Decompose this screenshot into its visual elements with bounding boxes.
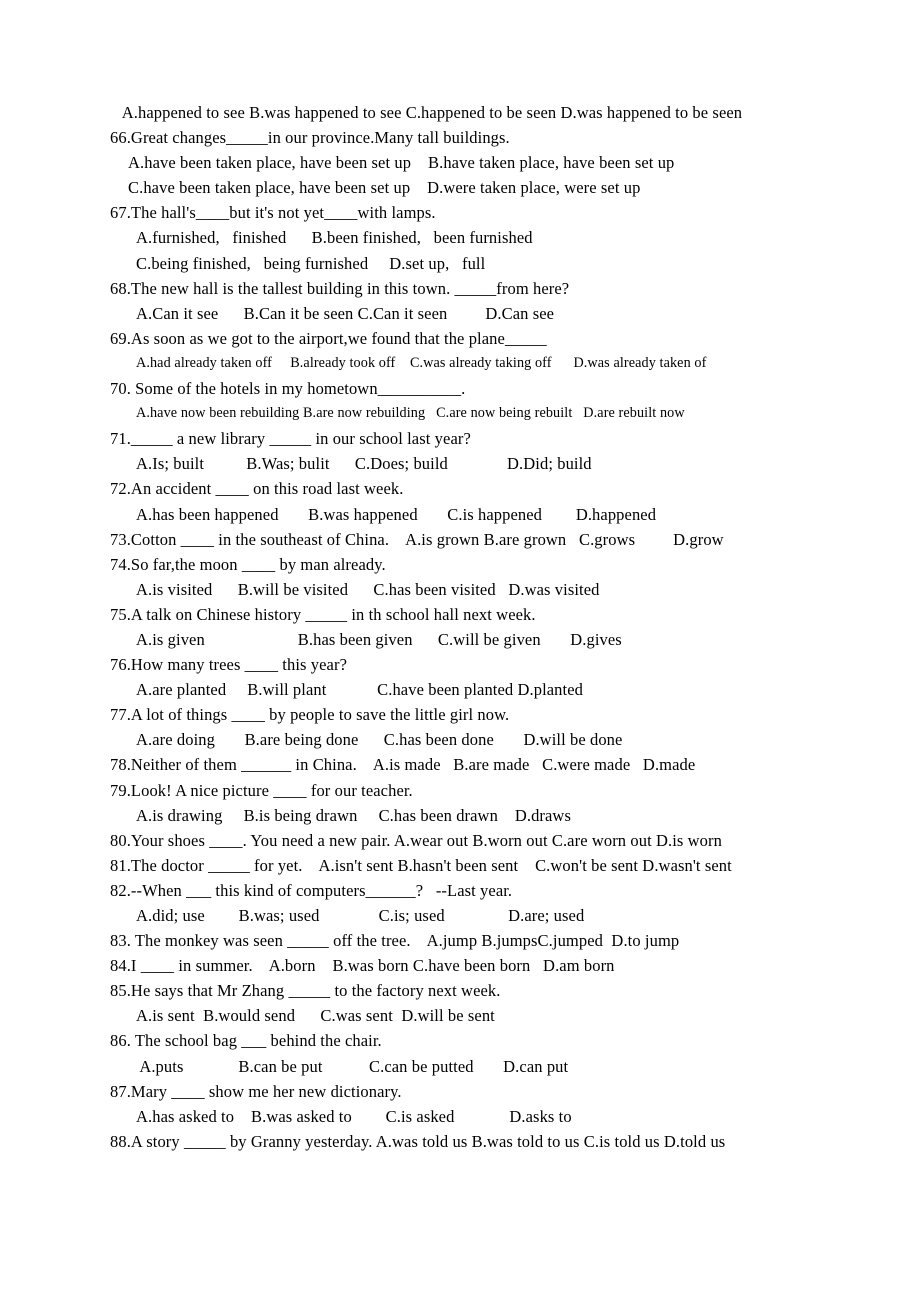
document-line: 77.A lot of things ____ by people to sav… — [110, 705, 510, 725]
document-line: 71._____ a new library _____ in our scho… — [110, 429, 471, 449]
document-line: A.did; use B.was; used C.is; used D.are;… — [136, 906, 585, 925]
document-line: 84.I ____ in summer. A.born B.was born C… — [110, 956, 615, 976]
document-line: 66.Great changes_____in our province.Man… — [110, 128, 510, 148]
document-line: 70. Some of the hotels in my hometown___… — [110, 379, 466, 399]
document-line: 86. The school bag ___ behind the chair. — [110, 1031, 382, 1051]
document-line: 67.The hall's____but it's not yet____wit… — [110, 203, 436, 223]
document-line: A.had already taken off B.already took o… — [136, 354, 707, 371]
document-page: A.happened to see B.was happened to see … — [0, 0, 920, 1300]
document-line: 69.As soon as we got to the airport,we f… — [110, 328, 547, 348]
document-line: A.is visited B.will be visited C.has bee… — [136, 579, 600, 599]
document-line: 74.So far,the moon ____ by man already. — [110, 554, 386, 574]
document-line: 80.Your shoes ____. You need a new pair.… — [110, 830, 722, 850]
document-line: 82.--When ___ this kind of computers____… — [110, 880, 513, 900]
document-line: A.puts B.can be put C.can be putted D.ca… — [136, 1056, 569, 1076]
document-line: 78.Neither of them ______ in China. A.is… — [110, 755, 696, 775]
document-line: 72.An accident ____ on this road last we… — [110, 479, 404, 499]
document-line: A.happened to see B.was happened to see … — [110, 103, 743, 122]
document-line: C.have been taken place, have been set u… — [128, 178, 641, 198]
document-line: 76.How many trees ____ this year? — [110, 655, 347, 675]
document-line: 87.Mary ____ show me her new dictionary. — [110, 1081, 402, 1101]
document-line: 75.A talk on Chinese history _____ in th… — [110, 604, 536, 624]
document-line: 83. The monkey was seen _____ off the tr… — [110, 931, 680, 951]
document-line: 81.The doctor _____ for yet. A.isn't sen… — [110, 855, 732, 875]
document-line: 68.The new hall is the tallest building … — [110, 278, 570, 298]
document-line: A.have now been rebuilding B.are now reb… — [136, 405, 685, 422]
document-line: A.has been happened B.was happened C.is … — [136, 504, 657, 524]
document-line: A.is drawing B.is being drawn C.has been… — [136, 805, 571, 825]
document-line: 79.Look! A nice picture ____ for our tea… — [110, 780, 413, 800]
document-line: A.has asked to B.was asked to C.is asked… — [136, 1106, 572, 1126]
document-line: A.are planted B.will plant C.have been p… — [136, 680, 583, 700]
document-line: 73.Cotton ____ in the southeast of China… — [110, 529, 724, 549]
document-line: A.are doing B.are being done C.has been … — [136, 730, 623, 750]
document-line: A.Is; built B.Was; bulit C.Does; build D… — [136, 454, 592, 474]
document-line: A.furnished, finished B.been finished, b… — [136, 228, 533, 248]
document-line: 85.He says that Mr Zhang _____ to the fa… — [110, 981, 501, 1001]
document-body: A.happened to see B.was happened to see … — [110, 100, 850, 1154]
document-line: A.is sent B.would send C.was sent D.will… — [136, 1006, 495, 1026]
document-line: 88.A story _____ by Granny yesterday. A.… — [110, 1131, 726, 1151]
document-line: A.have been taken place, have been set u… — [128, 153, 675, 173]
document-line: A.is given B.has been given C.will be gi… — [136, 629, 622, 649]
document-line: C.being finished, being furnished D.set … — [136, 253, 486, 273]
document-line: A.Can it see B.Can it be seen C.Can it s… — [136, 303, 555, 323]
